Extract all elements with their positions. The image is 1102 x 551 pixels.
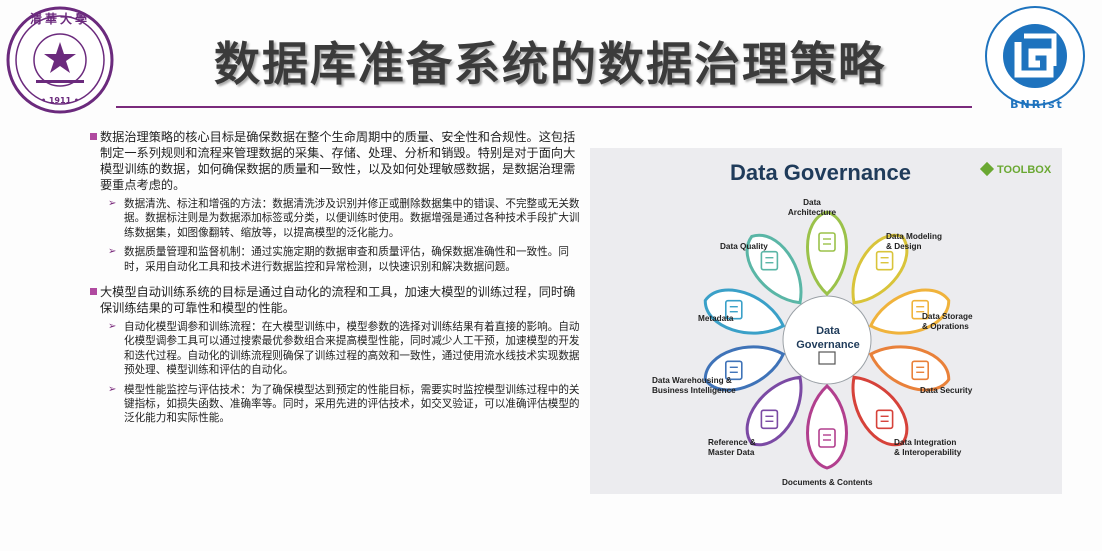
center-label: Data Governance — [786, 324, 870, 352]
sub-point: ➢ 数据质量管理和监督机制：通过实施定期的数据审查和质量评估，确保数据准确性和一… — [108, 245, 580, 274]
sub-point-text: 数据清洗、标注和增强的方法：数据清洗涉及识别并修正或删除数据集中的错误、不完整或… — [124, 198, 580, 239]
petal-label-line: & Interoperability — [894, 448, 962, 457]
arrow-bullet-icon: ➢ — [108, 383, 117, 395]
petal — [806, 383, 848, 470]
petal-label-line: Data Modeling — [886, 232, 942, 241]
sub-list: ➢ 自动化模型调参和训练流程：在大模型训练中，模型参数的选择对训练结果有着直接的… — [108, 320, 580, 426]
center-label-line: Governance — [796, 339, 860, 351]
petal-label: Data Quality — [720, 242, 768, 252]
petal-label-line: Data Integration — [894, 438, 957, 447]
arrow-bullet-icon: ➢ — [108, 198, 117, 209]
title-divider — [116, 106, 972, 108]
center-label-line: Data — [816, 325, 840, 337]
petal-label-line: Business Intelligence — [652, 386, 736, 395]
petal-shape — [806, 210, 848, 297]
tsinghua-year: • 1911 • — [40, 96, 80, 105]
petal-label-line: & Design — [886, 242, 922, 251]
petal-label-line: Metadata — [698, 314, 734, 323]
petal-label-line: Data — [803, 198, 821, 207]
slide: 清華大學 • 1911 • BNRist 数据库准备系统的数据治理策略 数据治理… — [0, 0, 1102, 551]
petal-label: Metadata — [698, 314, 734, 324]
petal-label: Data Modeling & Design — [886, 232, 942, 252]
petal-label: Data Storage & Oprations — [922, 312, 973, 332]
petal-label-line: & Oprations — [922, 322, 969, 331]
sub-point-text: 自动化模型调参和训练流程：在大模型训练中，模型参数的选择对训练结果有着直接的影响… — [124, 321, 580, 377]
sub-point: ➢ 数据清洗、标注和增强的方法：数据清洗涉及识别并修正或删除数据集中的错误、不完… — [108, 197, 580, 240]
petal-label: Data Security — [920, 386, 972, 396]
page-title: 数据库准备系统的数据治理策略 — [214, 37, 886, 91]
arrow-bullet-icon: ➢ — [108, 321, 117, 333]
petal-label-line: Architecture — [787, 208, 837, 217]
petal-label: Documents & Contents — [782, 478, 873, 488]
square-bullet-icon — [90, 288, 97, 296]
main-point-text: 数据治理策略的核心目标是确保数据在整个生命周期中的质量、安全性和合规性。这包括制… — [100, 130, 576, 192]
data-governance-infographic: Data Governance TOOLBOX Data Architecture… — [590, 148, 1062, 494]
square-bullet-icon — [90, 133, 97, 140]
petal-label-line: Reference & — [708, 438, 756, 447]
main-point-text: 大模型自动训练系统的目标是通过自动化的流程和工具，加速大模型的训练过程，同时确保… — [100, 285, 576, 316]
bnrist-abbr: BNRist — [1010, 98, 1064, 111]
petal-label-line: Data Storage — [922, 312, 973, 321]
arrow-bullet-icon: ➢ — [108, 246, 117, 258]
petal-label-line: Documents & Contents — [782, 478, 873, 487]
petal-label-line: Data Security — [920, 386, 973, 395]
petal-label-line: Data Warehousing & — [652, 376, 732, 385]
main-point: 数据治理策略的核心目标是确保数据在整个生命周期中的质量、安全性和合规性。这包括制… — [90, 129, 580, 193]
petal-shape — [806, 383, 848, 470]
sub-point-text: 模型性能监控与评估技术：为了确保模型达到预定的性能目标，需要实时监控模型训练过程… — [124, 383, 580, 425]
main-point: 大模型自动训练系统的目标是通过自动化的流程和工具，加速大模型的训练过程，同时确保… — [90, 284, 580, 316]
section-auto-training: 大模型自动训练系统的目标是通过自动化的流程和工具，加速大模型的训练过程，同时确保… — [90, 284, 580, 426]
tsinghua-seal-text: 清華大學 — [30, 12, 91, 26]
petal-label: Data Warehousing & Business Intelligence — [652, 376, 736, 396]
petal-label: Data Integration & Interoperability — [894, 438, 961, 458]
petal-label-line: Data Quality — [720, 242, 768, 251]
sub-point-text: 数据质量管理和监督机制：通过实施定期的数据审查和质量评估，确保数据准确性和一致性… — [124, 246, 569, 273]
petal-label: Reference & Master Data — [708, 438, 756, 458]
section-governance: 数据治理策略的核心目标是确保数据在整个生命周期中的质量、安全性和合规性。这包括制… — [90, 129, 580, 274]
sub-point: ➢ 模型性能监控与评估技术：为了确保模型达到预定的性能目标，需要实时监控模型训练… — [108, 383, 580, 426]
petal-label-line: Master Data — [708, 448, 755, 457]
petal — [806, 210, 848, 297]
sub-point: ➢ 自动化模型调参和训练流程：在大模型训练中，模型参数的选择对训练结果有着直接的… — [108, 320, 580, 378]
sub-list: ➢ 数据清洗、标注和增强的方法：数据清洗涉及识别并修正或删除数据集中的错误、不完… — [108, 197, 580, 274]
petal-label: Data Architecture — [788, 198, 836, 218]
content-column: 数据治理策略的核心目标是确保数据在整个生命周期中的质量、安全性和合规性。这包括制… — [90, 129, 580, 436]
